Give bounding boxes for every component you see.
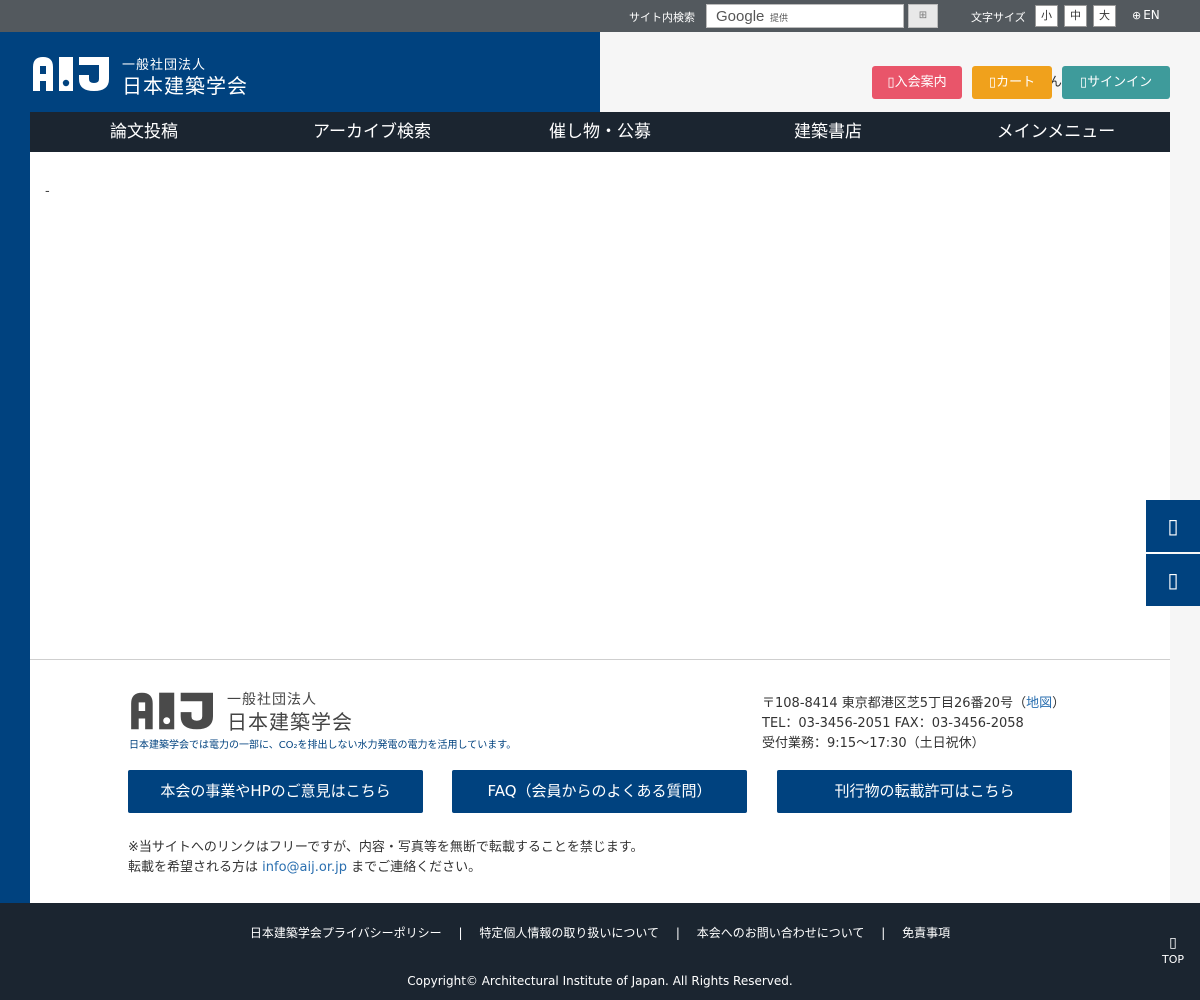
cart-icon: ▯ <box>988 75 997 90</box>
disclaimer-link[interactable]: 免責事項 <box>902 924 950 941</box>
feedback-button[interactable]: 本会の事業やHPのご意見はこちら <box>128 770 423 813</box>
footer-logo-org-name: 日本建築学会 <box>227 710 353 734</box>
back-to-top-label: TOP <box>1161 953 1184 966</box>
aij-logo-icon[interactable] <box>31 57 109 91</box>
link-separator: | <box>881 926 886 940</box>
font-size-small-button[interactable]: 小 <box>1035 5 1058 27</box>
contact-notice: 転載を希望される方は info@aij.or.jp までご連絡ください。 <box>128 856 481 875</box>
cart-button[interactable]: ▯カート <box>972 66 1052 99</box>
nav-item-main-menu[interactable]: メインメニュー <box>942 112 1170 152</box>
lang-label: EN <box>1143 8 1160 22</box>
signin-button[interactable]: ▯サインイン <box>1062 66 1170 99</box>
bottom-bar: 日本建築学会プライバシーポリシー | 特定個人情報の取り扱いについて | 本会へ… <box>0 903 1200 1000</box>
back-to-top-button[interactable]: ▯ TOP <box>1158 935 1188 966</box>
faq-button[interactable]: FAQ（会員からのよくある質問） <box>452 770 747 813</box>
link-separator: | <box>675 926 680 940</box>
font-size-medium-button[interactable]: 中 <box>1064 5 1087 27</box>
user-icon: ▯ <box>887 75 895 90</box>
search-button[interactable]: ⊞ <box>908 4 938 28</box>
logo-org-name: 日本建築学会 <box>122 74 248 98</box>
arrow-up-icon: ▯ <box>1169 935 1177 951</box>
font-size-label: 文字サイズ <box>971 11 1026 24</box>
site-search-input[interactable]: Google 提供 <box>706 4 904 28</box>
main-nav: 論文投稿 アーカイブ検索 催し物・公募 建築書店 メインメニュー <box>30 112 1170 152</box>
site-search-label: サイト内検索 <box>629 11 695 24</box>
left-side-strip <box>0 112 30 903</box>
contact-notice-suffix: までご連絡ください。 <box>351 860 482 875</box>
signin-icon: ▯ <box>1079 75 1088 90</box>
globe-icon: ⊕ <box>1132 9 1142 22</box>
footer-aij-logo-icon <box>131 692 213 730</box>
personal-info-link[interactable]: 特定個人情報の取り扱いについて <box>479 924 659 941</box>
utility-bar: サイト内検索 Google 提供 ⊞ 文字サイズ 小 中 大 ⊕ EN <box>0 0 1200 32</box>
privacy-policy-link[interactable]: 日本建築学会プライバシーポリシー <box>250 924 442 941</box>
floating-phone-button[interactable]: ▯ <box>1146 554 1200 606</box>
nav-item-events[interactable]: 催し物・公募 <box>486 112 714 152</box>
reprint-permission-button[interactable]: 刊行物の転載許可はこちら <box>777 770 1072 813</box>
phone-icon: ▯ <box>1167 568 1179 592</box>
google-logo: Google <box>716 8 765 25</box>
office-hours-line: 受付業務：9:15〜17:30（土日祝休） <box>762 736 985 751</box>
copyright-text: Copyright© Architectural Institute of Ja… <box>407 974 793 988</box>
signin-label: サインイン <box>1087 75 1153 90</box>
content-placeholder: - <box>45 184 50 199</box>
policy-links: 日本建築学会プライバシーポリシー | 特定個人情報の取り扱いについて | 本会へ… <box>0 924 1200 941</box>
map-link[interactable]: 地図 <box>1026 696 1052 711</box>
link-separator: | <box>458 926 463 940</box>
nav-item-archive-search[interactable]: アーカイブ検索 <box>258 112 486 152</box>
inquiry-link[interactable]: 本会へのお問い合わせについて <box>697 924 865 941</box>
email-link[interactable]: info@aij.or.jp <box>262 860 347 875</box>
link-policy-notice: ※当サイトへのリンクはフリーですが、内容・写真等を無断で転載することを禁じます。 <box>128 840 644 855</box>
address-text: 〒108-8414 東京都港区芝5丁目26番20号 <box>762 696 1014 711</box>
tel-fax-line: TEL：03-3456-2051 FAX：03-3456-2058 <box>762 716 1024 731</box>
search-provider-label: 提供 <box>770 14 789 24</box>
cart-label: カート <box>996 75 1036 90</box>
nav-item-paper-submission[interactable]: 論文投稿 <box>30 112 258 152</box>
floating-mail-button[interactable]: ▯ <box>1146 500 1200 552</box>
nav-item-bookstore[interactable]: 建築書店 <box>714 112 942 152</box>
main-content: - <box>30 152 1170 660</box>
join-info-label: 入会案内 <box>894 75 947 90</box>
join-info-button[interactable]: ▯入会案内 <box>872 66 962 99</box>
font-size-large-button[interactable]: 大 <box>1093 5 1116 27</box>
contact-notice-prefix: 転載を希望される方は <box>128 860 259 875</box>
mail-icon: ▯ <box>1167 514 1179 538</box>
hydro-power-note: 日本建築学会では電力の一部に、CO₂を排出しない水力発電の電力を活用しています。 <box>129 740 517 751</box>
address-line: 〒108-8414 東京都港区芝5丁目26番20号（地図） <box>762 696 1066 711</box>
english-link[interactable]: ⊕ EN <box>1132 8 1160 22</box>
